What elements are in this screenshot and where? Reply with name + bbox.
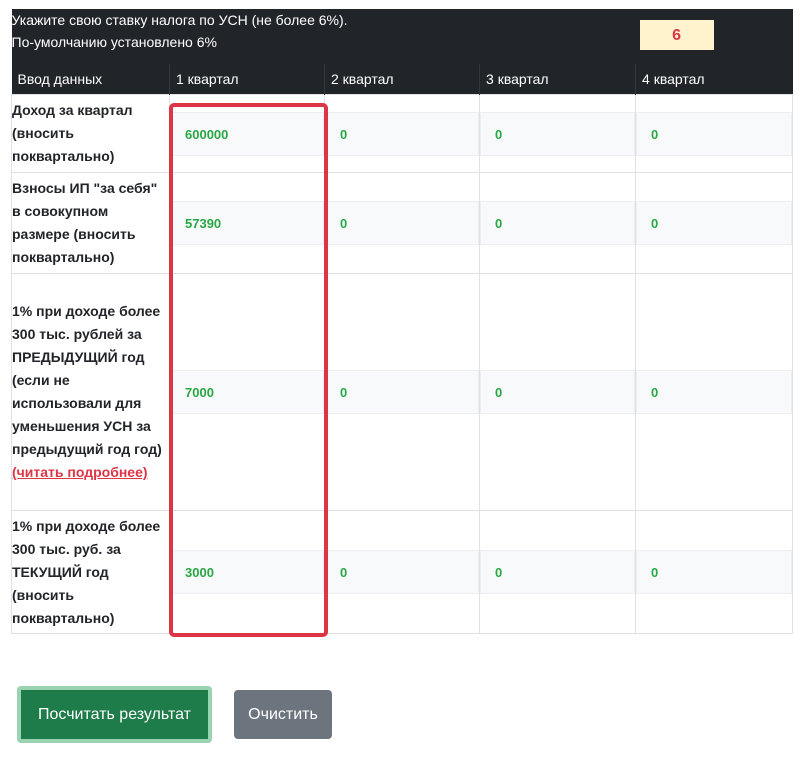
income-q3-input[interactable]: 0 xyxy=(480,111,636,156)
column-header-q2: 2 квартал xyxy=(323,64,480,95)
contributions-q1-input[interactable]: 57390 xyxy=(170,201,324,245)
income-q4-input[interactable]: 0 xyxy=(636,111,793,156)
prev-year-label-text: 1% при доходе более 300 тыс. рублей за П… xyxy=(12,303,162,457)
column-header-q4: 4 квартал xyxy=(635,64,793,95)
table-row-current-year-one-percent: 1% при доходе более 300 тыс. руб. за ТЕК… xyxy=(11,510,794,634)
income-q2-input[interactable]: 0 xyxy=(325,111,480,156)
prev-year-q1-input[interactable]: 7000 xyxy=(170,370,324,414)
read-more-link[interactable]: (читать подробнее) xyxy=(12,464,148,480)
row-label-contributions: Взносы ИП "за себя" в совокупном размере… xyxy=(11,172,170,274)
table-row-contributions: Взносы ИП "за себя" в совокупном размере… xyxy=(11,172,794,274)
tax-rate-note-line2: По-умолчанию установлено 6% xyxy=(11,34,217,50)
contributions-q2-input[interactable]: 0 xyxy=(325,201,480,245)
prev-year-q4-input[interactable]: 0 xyxy=(636,370,793,414)
column-header-q1: 1 квартал xyxy=(169,64,325,95)
row-label-prev-year-one-percent: 1% при доходе более 300 тыс. рублей за П… xyxy=(11,273,170,511)
column-header-input: Ввод данных xyxy=(11,64,170,95)
prev-year-q3-input[interactable]: 0 xyxy=(480,370,636,414)
table-row-prev-year-one-percent: 1% при доходе более 300 тыс. рублей за П… xyxy=(11,273,794,511)
income-q1-input[interactable]: 600000 xyxy=(170,111,324,156)
row-label-income: Доход за квартал (вносить поквартально) xyxy=(11,94,170,173)
current-year-q3-input[interactable]: 0 xyxy=(480,550,636,594)
calculate-button[interactable]: Посчитать результат xyxy=(17,686,212,743)
current-year-q2-input[interactable]: 0 xyxy=(325,550,480,594)
tax-rate-note-line1: Укажите свою ставку налога по УСН (не бо… xyxy=(11,12,348,28)
tax-rate-note: Укажите свою ставку налога по УСН (не бо… xyxy=(11,9,480,64)
clear-button[interactable]: Очистить xyxy=(234,690,332,739)
tax-calculator-table: Укажите свою ставку налога по УСН (не бо… xyxy=(11,9,794,634)
contributions-q3-input[interactable]: 0 xyxy=(480,201,636,245)
row-label-current-year-one-percent: 1% при доходе более 300 тыс. руб. за ТЕК… xyxy=(11,510,170,634)
current-year-q1-input[interactable]: 3000 xyxy=(170,550,324,594)
prev-year-q2-input[interactable]: 0 xyxy=(325,370,480,414)
column-header-q3: 3 квартал xyxy=(479,64,636,95)
current-year-q4-input[interactable]: 0 xyxy=(636,550,793,594)
table-row-income: Доход за квартал (вносить поквартально) … xyxy=(11,94,794,173)
tax-rate-input[interactable]: 6 xyxy=(639,20,714,50)
contributions-q4-input[interactable]: 0 xyxy=(636,201,793,245)
